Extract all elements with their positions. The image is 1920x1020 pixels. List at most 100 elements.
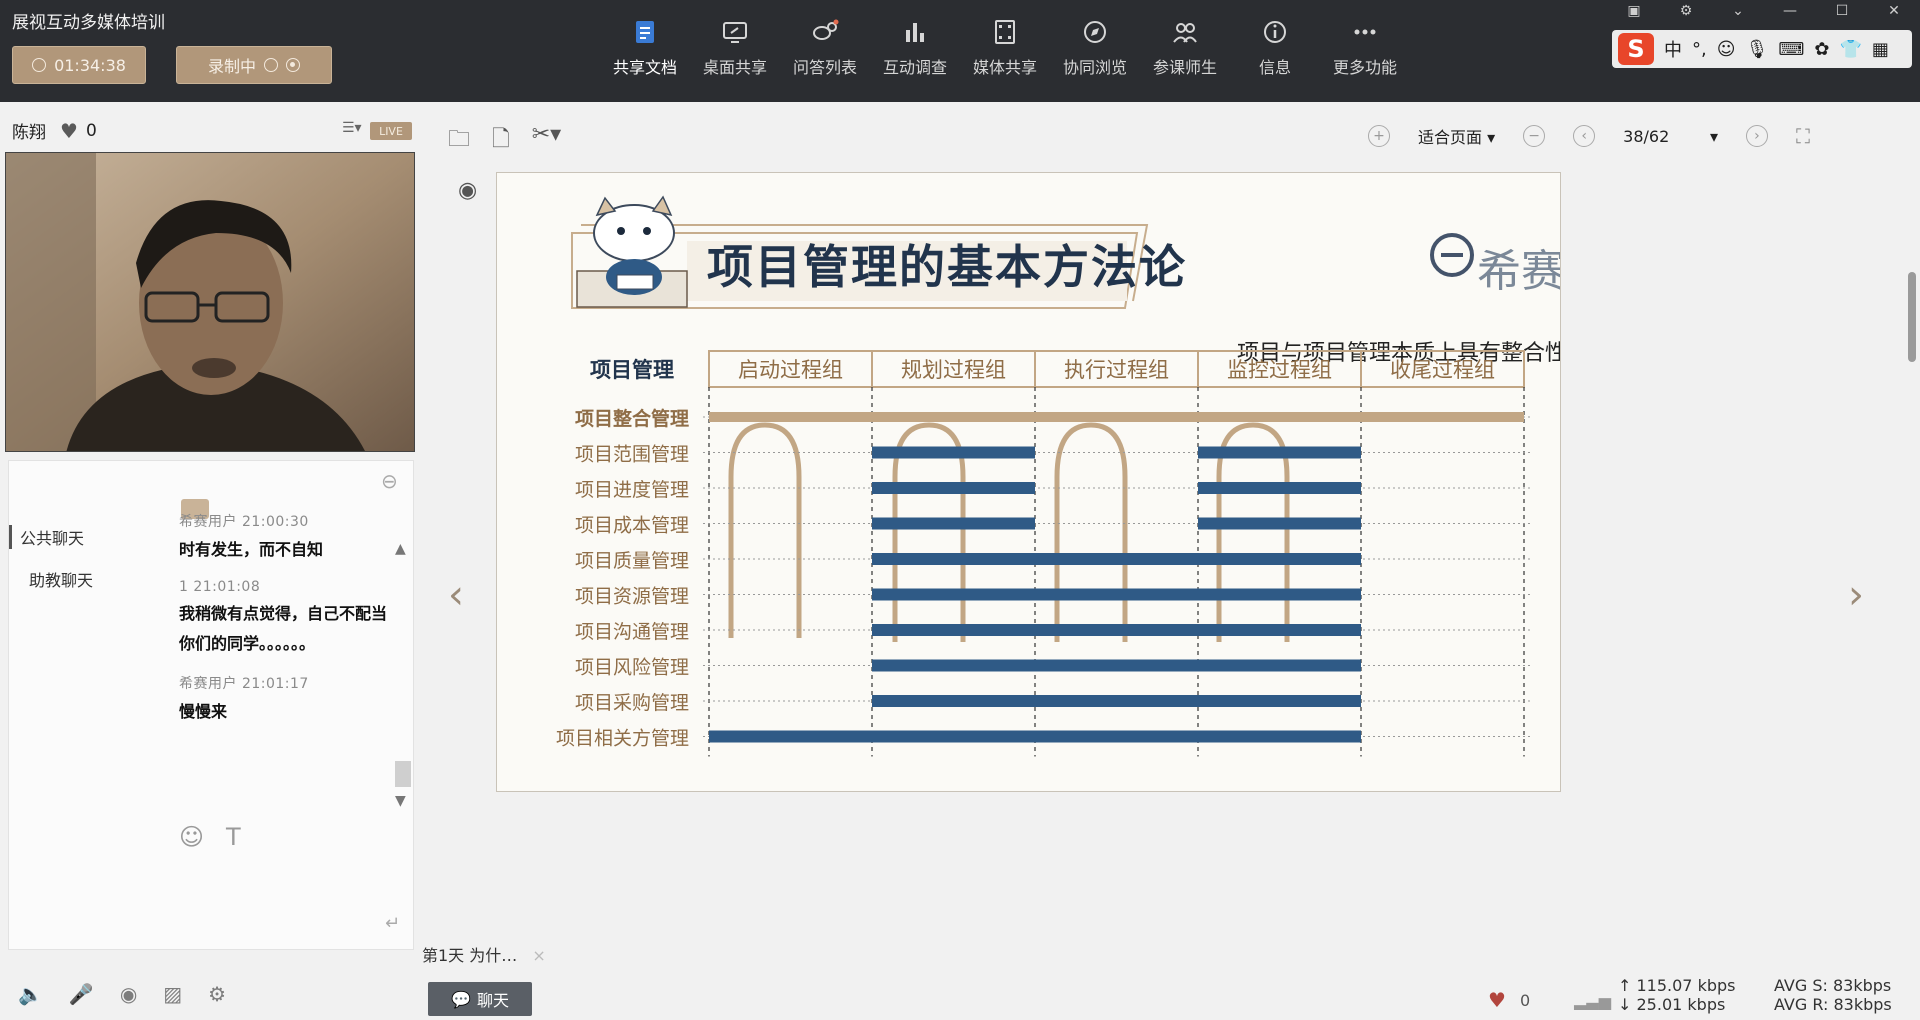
average-bandwidth: AVG S: 83kbps AVG R: 83kbps — [1774, 976, 1892, 1014]
process-bar — [872, 446, 1035, 459]
tool-co-browse[interactable]: 协同浏览 — [1050, 18, 1140, 90]
window-controls: ▣ ⚙ ⌄ — ☐ ✕ — [1608, 0, 1920, 22]
chat-button[interactable]: 💬 聊天 — [428, 982, 532, 1016]
collapse-icon[interactable]: ⊖ — [381, 469, 398, 493]
tool-share-document[interactable]: 共享文档 — [600, 18, 690, 90]
chat-bubble-icon: 💬 — [451, 989, 471, 1009]
process-arch — [728, 422, 802, 638]
process-bar — [1198, 517, 1361, 530]
menu-icon[interactable]: ☰▾ — [342, 120, 362, 136]
shirt-icon[interactable]: 👕 — [1839, 39, 1861, 60]
app-title: 展视互动多媒体培训 — [12, 13, 165, 33]
text-format-icon[interactable]: T — [226, 823, 241, 851]
chat-message: 1 21:01:08 我稍微有点觉得，自己不配当你们的同学。。。。。。 — [179, 579, 388, 653]
chat-message: 希赛用户 21:01:17 慢慢来 — [179, 676, 309, 721]
tool-survey[interactable]: 互动调查 — [870, 18, 960, 90]
screen-icon[interactable]: ▣ — [1608, 0, 1660, 22]
process-bar — [709, 730, 1361, 743]
folder-icon[interactable]: 🗀 — [448, 122, 470, 160]
keyboard-icon[interactable]: ⌨ — [1778, 39, 1804, 60]
clock-icon — [32, 58, 47, 72]
process-bar — [1198, 482, 1361, 494]
desktop-share-icon — [723, 22, 747, 43]
zoom-in-icon[interactable]: + — [1368, 125, 1390, 147]
image-icon[interactable]: ▨ — [163, 982, 182, 1006]
webcam-video — [5, 152, 415, 452]
live-badge: LIVE — [370, 122, 412, 140]
scissors-icon[interactable]: ✂▾ — [532, 122, 561, 160]
column-header-label: 执行过程组 — [1064, 358, 1169, 382]
document-area: 🗀 🗋 ✂▾ ◉ ➤ ⌫ ♒ ✎ ✐ ▭ T + 适合页面 ▾ − ‹ 38/6… — [418, 102, 1920, 1020]
knowledge-area-label: 项目进度管理 — [575, 479, 689, 501]
user-name: 陈翔 — [12, 123, 46, 143]
document-scrollbar[interactable] — [1908, 272, 1916, 362]
document-tab[interactable]: 第1天 为什… × — [422, 942, 546, 966]
laser-pointer-icon[interactable]: ◉ — [458, 178, 477, 203]
tool-media-share[interactable]: 媒体共享 — [960, 18, 1050, 90]
scroll-thumb[interactable] — [395, 761, 411, 787]
process-bar — [872, 624, 1361, 636]
participants-icon — [1173, 23, 1197, 43]
process-group-matrix: 项目管理 启动过程组 规划过程组 执行过程组 监控过程组 收尾过程组项目整合管理项目范围管… — [556, 350, 1530, 757]
maximize-icon[interactable]: ☐ — [1816, 0, 1868, 22]
close-icon[interactable]: ✕ — [1868, 0, 1920, 22]
zoom-out-icon[interactable]: − — [1523, 125, 1546, 147]
scroll-down-icon[interactable]: ▼ — [395, 793, 406, 809]
chat-message: 希赛用户 21:00:30 时有发生，而不自知 — [179, 514, 324, 559]
skin-icon[interactable]: ✿ — [1814, 39, 1829, 60]
next-slide-arrow[interactable]: › — [1848, 572, 1864, 618]
tool-participants[interactable]: 参课师生 — [1140, 18, 1230, 90]
process-bar — [872, 588, 1361, 601]
process-bar — [872, 659, 1361, 672]
tab-close-icon[interactable]: × — [532, 946, 545, 965]
fullscreen-icon[interactable]: ⛶ — [1796, 124, 1810, 148]
ime-mode[interactable]: 中 — [1664, 36, 1682, 62]
camera-icon[interactable]: ◉ — [120, 982, 137, 1006]
tool-qa-list[interactable]: 问答列表 — [780, 18, 870, 90]
integration-bar — [709, 412, 1524, 422]
tab-assistant-chat[interactable]: 助教聊天 — [29, 567, 93, 591]
settings-icon[interactable]: ⚙ — [208, 982, 226, 1006]
user-likes: 0 — [85, 120, 97, 141]
tool-more[interactable]: 更多功能 — [1320, 18, 1410, 90]
send-enter-icon[interactable]: ↵ — [385, 913, 400, 934]
record-button[interactable]: 录制中 — [176, 46, 332, 84]
ime-punct[interactable]: °, — [1692, 39, 1707, 60]
chat-messages: 希赛用户 21:00:30 时有发生，而不自知 1 21:01:08 我稍微有点… — [179, 511, 389, 741]
knowledge-area-label: 项目采购管理 — [575, 692, 689, 714]
process-bar — [1198, 446, 1361, 459]
left-panel: 陈翔 ♥ 0 ☰▾ LIVE ⊖ 公共聊天 助教聊天 希赛用户 21:00:30… — [0, 102, 418, 1020]
heart-icon[interactable]: ♥ — [60, 119, 78, 143]
knowledge-area-label: 项目范围管理 — [575, 444, 689, 466]
pause-icon[interactable] — [264, 58, 278, 72]
grid-icon[interactable]: ▦ — [1872, 39, 1889, 60]
process-bar — [872, 553, 1361, 565]
gear-icon[interactable]: ⚙ — [1660, 0, 1712, 22]
like-heart-icon[interactable]: ♥ — [1488, 988, 1506, 1012]
more-icon — [1354, 29, 1376, 35]
bandwidth-readout: ↑ 115.07 kbps ↓ 25.01 kbps — [1618, 976, 1736, 1014]
speaker-icon[interactable]: 🔈 — [18, 982, 43, 1006]
new-page-icon[interactable]: 🗋 — [492, 122, 510, 160]
mic-icon[interactable]: 🎙 — [1746, 39, 1769, 60]
chat-scrollbar[interactable]: ▲ ▼ — [395, 541, 411, 811]
tool-desktop-share[interactable]: 桌面共享 — [690, 18, 780, 90]
knowledge-area-label: 项目沟通管理 — [575, 621, 689, 643]
scroll-up-icon[interactable]: ▲ — [395, 541, 406, 557]
emoji-icon[interactable]: ☺ — [1717, 39, 1736, 60]
page-indicator[interactable]: 38/62 ▾ — [1623, 127, 1718, 146]
stop-record-icon[interactable] — [286, 58, 300, 72]
tab-public-chat[interactable]: 公共聊天 — [9, 525, 84, 549]
zoom-select[interactable]: 适合页面 ▾ — [1418, 124, 1495, 148]
next-page-icon[interactable]: › — [1745, 125, 1768, 147]
column-header-label: 收尾过程组 — [1390, 358, 1495, 382]
tool-info[interactable]: 信息 — [1230, 18, 1320, 90]
sogou-logo-icon[interactable]: S — [1618, 33, 1654, 65]
prev-page-icon[interactable]: ‹ — [1573, 125, 1596, 147]
smiley-icon[interactable]: ☺ — [179, 823, 204, 851]
prev-slide-arrow[interactable]: ‹ — [448, 572, 464, 618]
microphone-icon[interactable]: 🎤 — [69, 982, 94, 1006]
minimize-icon[interactable]: — — [1764, 0, 1816, 22]
survey-chart-icon — [906, 23, 924, 42]
chevron-down-icon[interactable]: ⌄ — [1712, 0, 1764, 22]
